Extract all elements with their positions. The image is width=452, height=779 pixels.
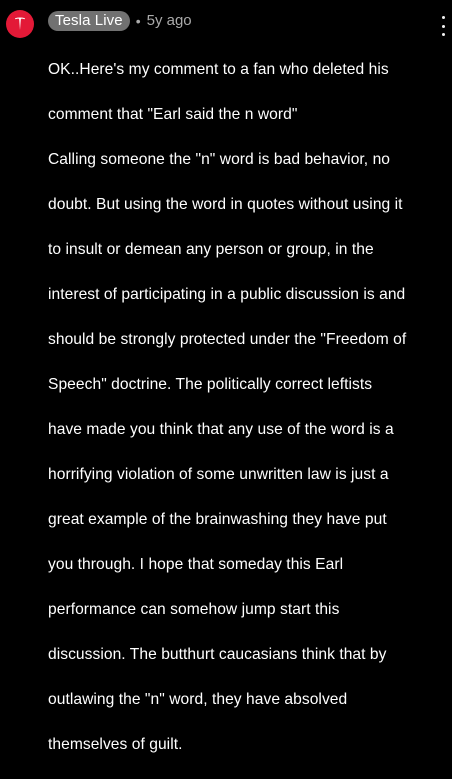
comment-line: Calling someone the "n" word is bad beha… — [48, 150, 391, 168]
more-vert-icon[interactable] — [437, 16, 449, 36]
menu-dot — [441, 16, 445, 19]
tesla-logo-icon — [15, 17, 25, 30]
comment-line: performance can somehow jump start this — [48, 600, 340, 618]
comment-line: interest of participating in a public di… — [48, 285, 406, 303]
author-name[interactable]: Tesla Live — [48, 11, 130, 31]
menu-dot — [441, 24, 445, 28]
comment-timestamp[interactable]: 5y ago — [147, 12, 192, 30]
comment-text: OK..Here's my comment to a fan who delet… — [48, 36, 442, 779]
comment-thread-item: Tesla Live • 5y ago OK..Here's my commen… — [0, 0, 452, 753]
comment-line: to insult or demean any person or group,… — [48, 240, 374, 258]
comment-line: discussion. The butthurt caucasians thin… — [48, 645, 387, 663]
comment-line: doubt. But using the word in quotes with… — [48, 195, 403, 213]
comment-line: great example of the brainwashing they h… — [48, 510, 387, 528]
comment-line: you through. I hope that someday this Ea… — [48, 555, 344, 573]
comment-line: comment that "Earl said the n word" — [48, 105, 298, 123]
comment-line: themselves of guilt. — [48, 735, 183, 753]
comment-header: Tesla Live • 5y ago — [48, 10, 192, 32]
comment-line: OK..Here's my comment to a fan who delet… — [48, 60, 389, 78]
avatar[interactable] — [6, 10, 34, 38]
comment-line: have made you think that any use of the … — [48, 420, 394, 438]
comment-line: outlawing the "n" word, they have absolv… — [48, 690, 348, 708]
separator-dot: • — [135, 13, 141, 29]
comment-line: Speech" doctrine. The politically correc… — [48, 375, 373, 393]
comment-line: horrifying violation of some unwritten l… — [48, 465, 389, 483]
comment-line: should be strongly protected under the "… — [48, 330, 407, 348]
